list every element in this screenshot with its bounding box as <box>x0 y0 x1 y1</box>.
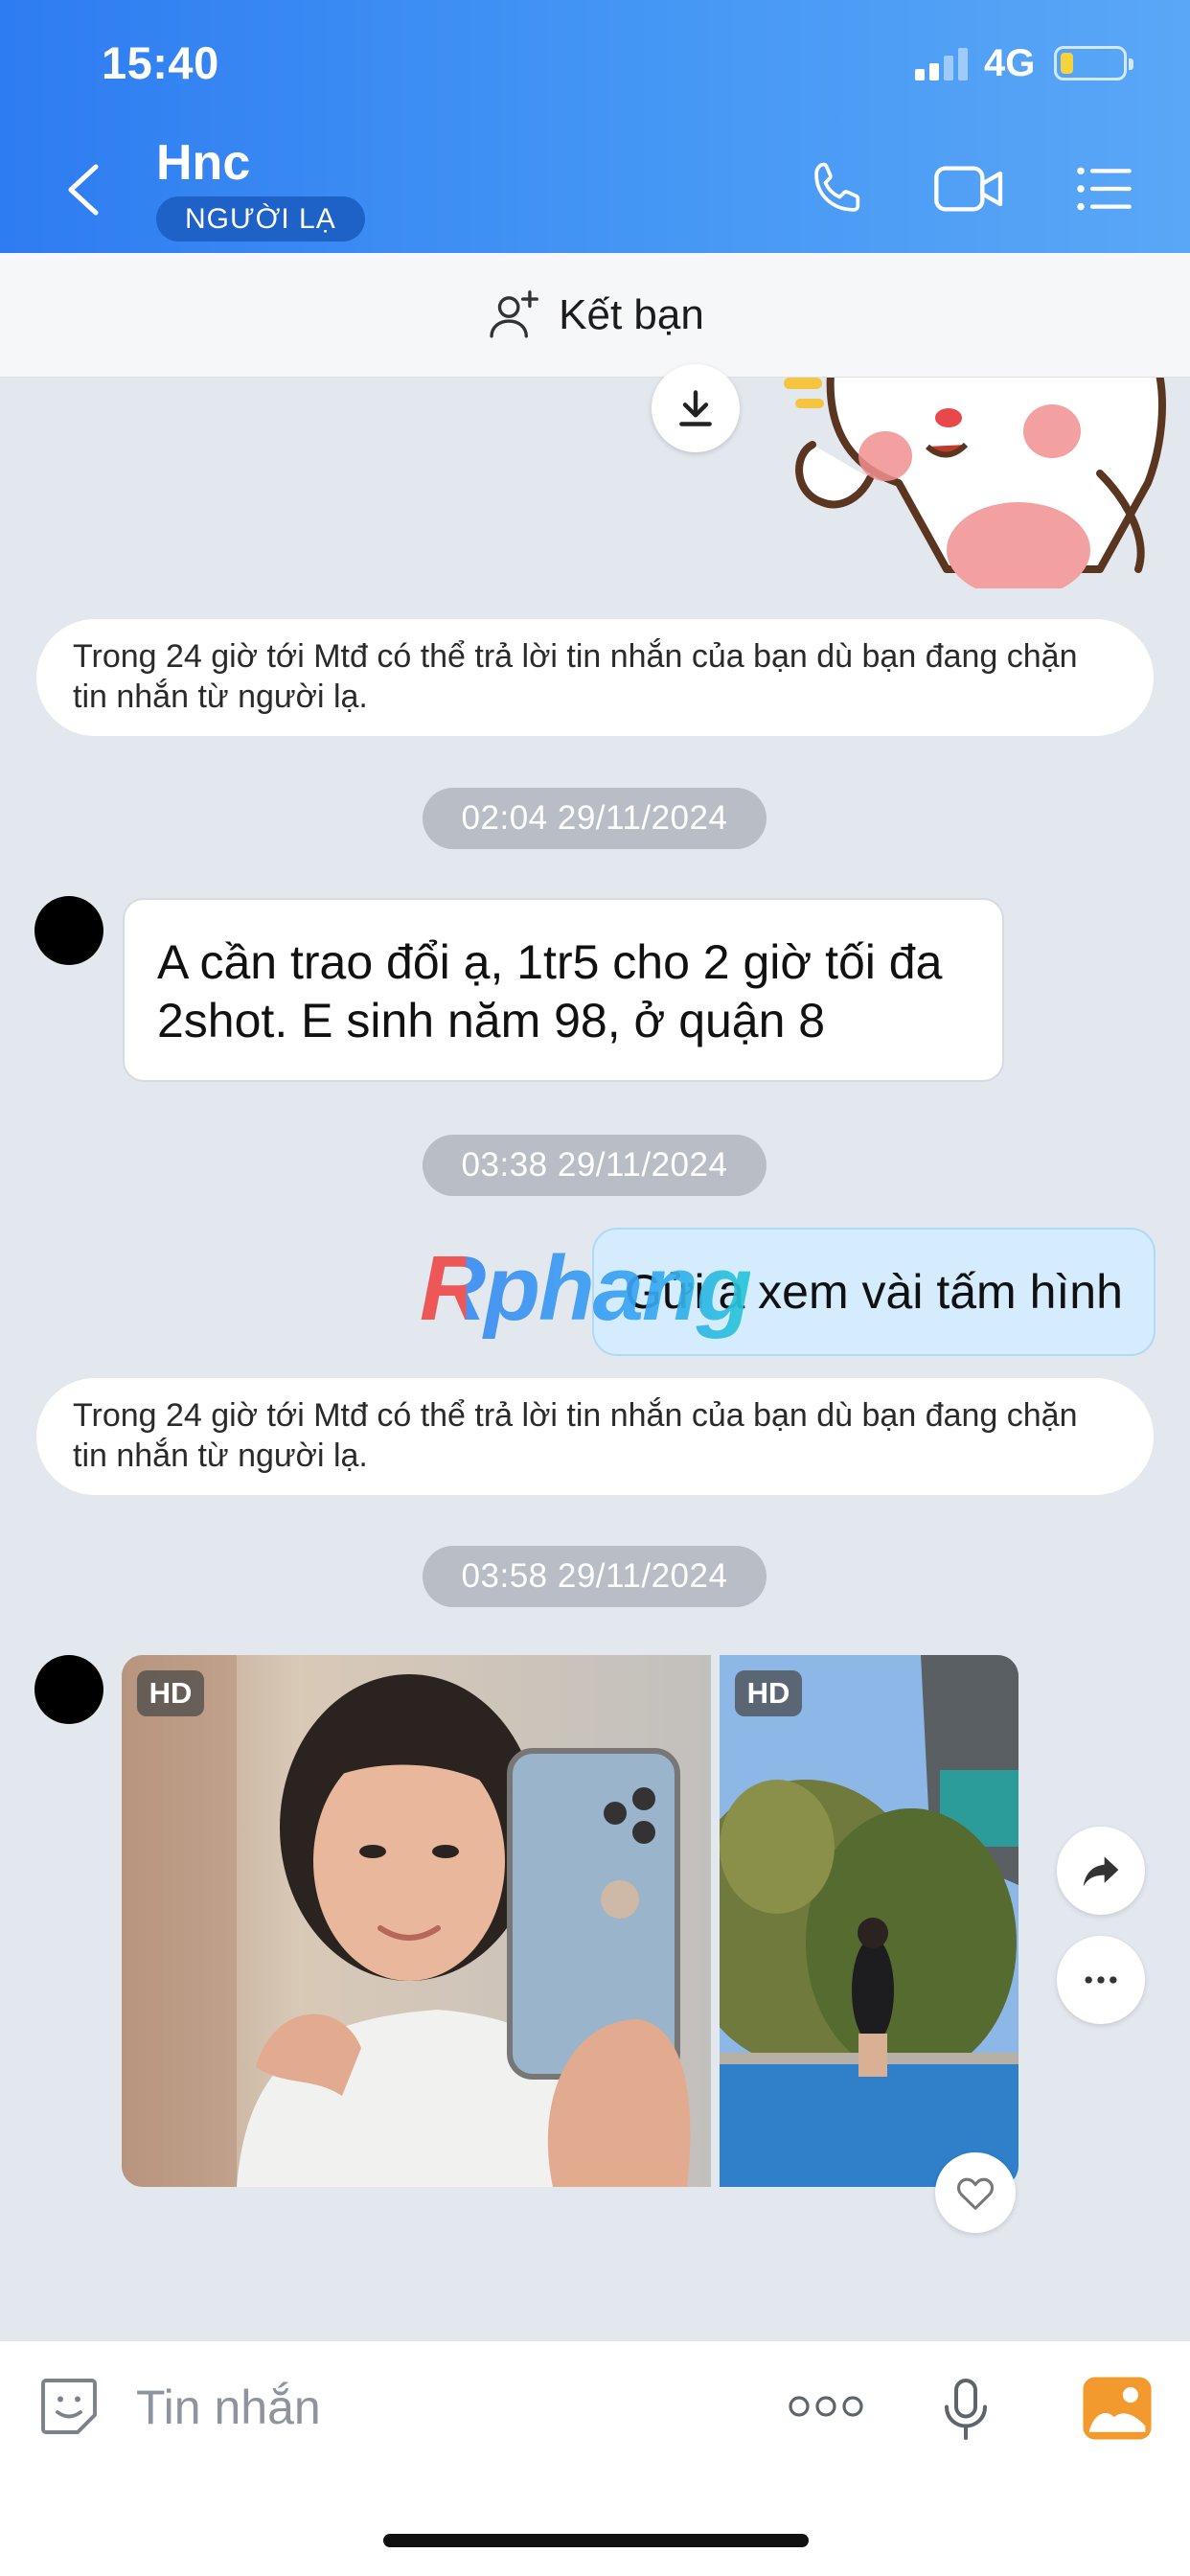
battery-icon <box>1054 46 1133 80</box>
download-button[interactable] <box>652 364 740 452</box>
add-friend-icon <box>490 289 539 337</box>
phone-icon[interactable] <box>807 158 868 219</box>
more-icon[interactable] <box>788 2393 864 2420</box>
forward-button[interactable] <box>1057 1827 1145 1915</box>
sender-avatar[interactable] <box>34 896 103 965</box>
timestamp-pill: 03:58 29/11/2024 <box>423 1546 767 1607</box>
menu-list-icon[interactable] <box>1073 158 1134 219</box>
image-gallery-icon[interactable] <box>1081 2376 1154 2441</box>
incoming-message[interactable]: A cần trao đổi ạ, 1tr5 cho 2 giờ tối đa … <box>123 898 1004 1082</box>
message-input[interactable]: Tin nhắn <box>136 2380 321 2435</box>
chat-header: 15:40 4G Hnc NGƯỜI LẠ <box>0 0 1190 253</box>
system-note: Trong 24 giờ tới Mtđ có thể trả lời tin … <box>36 1378 1154 1495</box>
back-icon[interactable] <box>63 161 102 218</box>
share-arrow-icon <box>1083 1856 1119 1887</box>
watermark-logo: Rphang <box>420 1237 752 1340</box>
more-options-button[interactable] <box>1057 1936 1145 2024</box>
contact-name[interactable]: Hnc <box>156 134 250 192</box>
sender-avatar[interactable] <box>34 1655 103 1724</box>
signal-icon <box>915 48 971 80</box>
photo-selfie[interactable]: HD <box>122 1655 711 2187</box>
sticker-image[interactable] <box>784 378 1167 588</box>
timestamp-pill: 03:38 29/11/2024 <box>423 1135 767 1196</box>
like-button[interactable] <box>935 2152 1016 2233</box>
hd-badge: HD <box>137 1670 204 1716</box>
heart-icon <box>957 2177 994 2210</box>
timestamp-pill: 02:04 29/11/2024 <box>423 788 767 849</box>
home-indicator <box>383 2534 809 2547</box>
video-call-icon[interactable] <box>931 158 1008 219</box>
photo-album: HD HD <box>122 1655 1018 2187</box>
system-note: Trong 24 giờ tới Mtđ có thể trả lời tin … <box>36 619 1154 736</box>
add-friend-bar[interactable]: Kết bạn <box>0 253 1190 378</box>
hd-badge: HD <box>735 1670 802 1716</box>
photo-pool[interactable]: HD <box>720 1655 1018 2187</box>
more-dots-icon <box>1085 1976 1117 1984</box>
network-type: 4G <box>984 42 1036 84</box>
download-icon <box>679 390 712 426</box>
sticker-emoji-icon[interactable] <box>34 2372 103 2441</box>
status-time: 15:40 <box>102 37 219 88</box>
add-friend-label: Kết bạn <box>559 290 704 338</box>
stranger-badge: NGƯỜI LẠ <box>156 196 365 242</box>
microphone-icon[interactable] <box>937 2376 995 2443</box>
